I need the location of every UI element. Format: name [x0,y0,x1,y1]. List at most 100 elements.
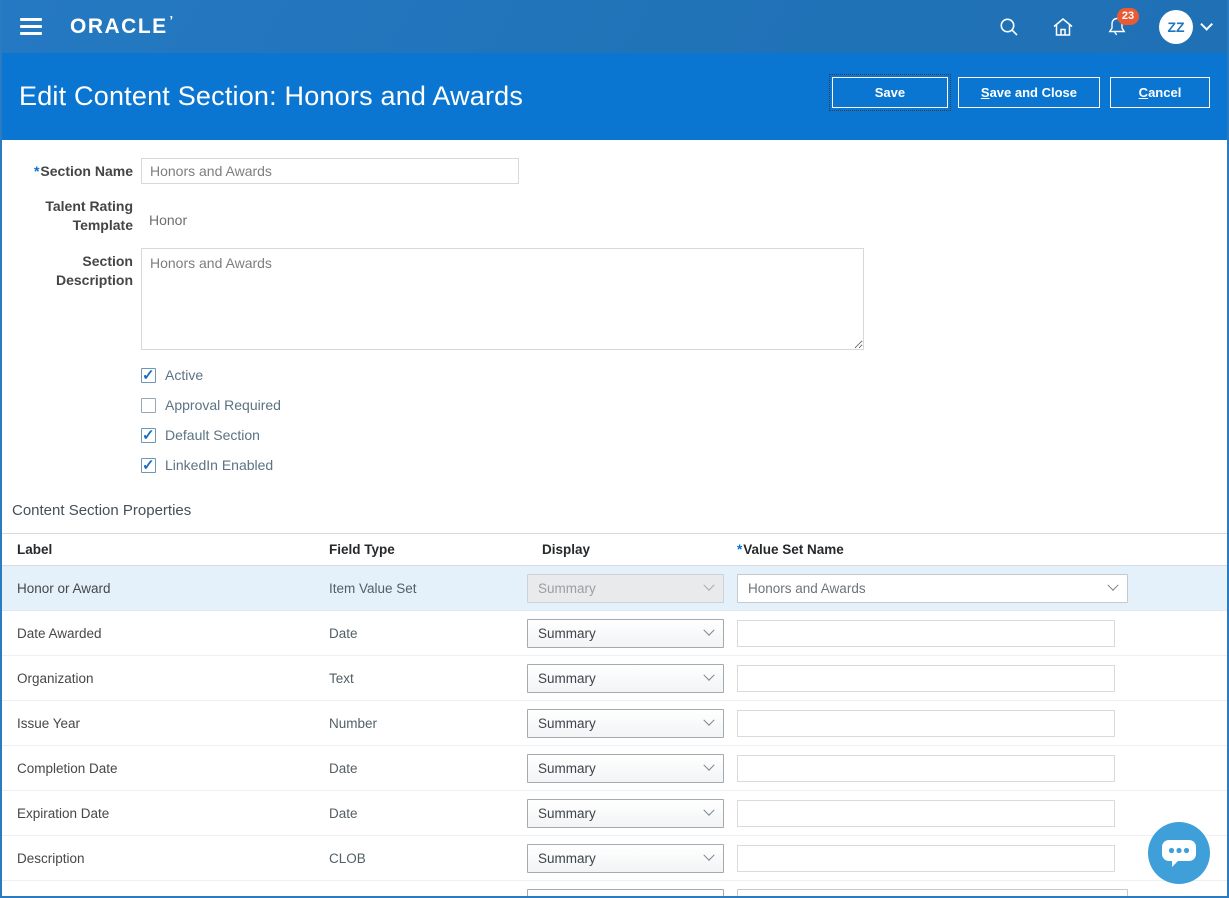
chevron-down-icon [1107,580,1118,591]
row-field-type: Date [314,806,527,821]
row-label: Organization [2,671,314,686]
value-set-name-input[interactable] [737,800,1115,827]
avatar: ZZ [1159,10,1193,44]
display-dropdown[interactable]: Summary [527,709,724,738]
user-menu[interactable]: ZZ [1159,10,1209,44]
cancel-accesskey: C [1139,85,1148,100]
topbar-actions: 23 ZZ [997,10,1209,44]
row-label: Honor or Award [2,581,314,596]
table-row[interactable]: Date Awarded Date Summary [2,611,1227,656]
column-header-display: Display [527,542,737,557]
save-and-close-accesskey: S [981,85,990,100]
section-description-label: Section Description [2,248,133,290]
display-dropdown[interactable]: Summary [527,889,724,898]
table-row[interactable]: Expiration Date Date Summary [2,791,1227,836]
column-header-value-set-name: *Value Set Name [737,542,1227,557]
talent-rating-template-row: Talent Rating Template Honor [2,193,1227,235]
chevron-down-icon [703,670,714,681]
notification-count-badge: 23 [1117,8,1139,25]
row-label: Completion Date [2,761,314,776]
save-and-close-label-rest: ave and Close [990,85,1077,100]
table-row[interactable]: Honor or Award Item Value Set Summary Ho… [2,566,1227,611]
column-header-label: Label [2,542,314,557]
approval-required-checkbox-label: Approval Required [165,397,281,413]
chevron-down-icon [703,850,714,861]
hamburger-menu-icon[interactable] [20,14,44,39]
save-button[interactable]: Save [832,77,948,108]
row-field-type: Number [314,716,527,731]
chevron-down-icon [703,805,714,816]
chevron-down-icon [1200,18,1213,31]
column-header-field-type: Field Type [314,542,527,557]
table-row[interactable]: Type of Award Lookup Summary Award Type_… [2,881,1227,898]
talent-rating-template-label: Talent Rating Template [2,193,133,235]
active-checkbox[interactable]: Active [141,367,1227,383]
section-name-input[interactable] [141,158,519,184]
default-section-checkbox[interactable]: Default Section [141,427,1227,443]
table-row[interactable]: Description CLOB Summary [2,836,1227,881]
section-description-row: Section Description Honors and Awards [2,248,1227,355]
active-checkbox-label: Active [165,367,203,383]
value-set-name-input[interactable] [737,845,1115,872]
value-set-name-input[interactable] [737,710,1115,737]
default-section-checkbox-label: Default Section [165,427,260,443]
content-section-properties-heading: Content Section Properties [12,502,1227,519]
display-dropdown[interactable]: Summary [527,799,724,828]
display-dropdown[interactable]: Summary [527,844,724,873]
chat-bubble-icon [1159,835,1199,871]
table-header-row: Label Field Type Display *Value Set Name [2,533,1227,566]
save-and-close-button[interactable]: Save and Close [958,77,1100,108]
approval-required-checkbox[interactable]: Approval Required [141,397,1227,413]
chevron-down-icon [703,715,714,726]
search-icon[interactable] [997,15,1021,39]
checkbox-icon [141,428,156,443]
checkbox-group: Active Approval Required Default Section… [141,367,1227,473]
table-row[interactable]: Completion Date Date Summary [2,746,1227,791]
display-dropdown[interactable]: Summary [527,619,724,648]
row-field-type: Item Value Set [314,581,527,596]
table-row[interactable]: Issue Year Number Summary [2,701,1227,746]
notifications-bell-icon[interactable]: 23 [1105,15,1129,39]
checkbox-icon [141,458,156,473]
chevron-down-icon [703,895,714,898]
value-set-name-input[interactable] [737,620,1115,647]
home-icon[interactable] [1051,15,1075,39]
properties-table: Label Field Type Display *Value Set Name… [2,533,1227,898]
row-field-type: Date [314,626,527,641]
value-set-name-dropdown[interactable]: Honors and Awards [737,574,1128,603]
checkbox-icon [141,398,156,413]
row-label: Description [2,851,314,866]
linkedin-enabled-checkbox-label: LinkedIn Enabled [165,457,273,473]
header-buttons: Save Save and Close Cancel [832,77,1210,108]
row-label: Expiration Date [2,806,314,821]
section-name-label: *Section Name [2,158,133,181]
linkedin-enabled-checkbox[interactable]: LinkedIn Enabled [141,457,1227,473]
chevron-down-icon [703,580,714,591]
chevron-down-icon [1107,895,1118,898]
oracle-logo[interactable]: ORACLE [70,15,168,39]
row-label: Issue Year [2,716,314,731]
checkbox-icon [141,368,156,383]
display-dropdown[interactable]: Summary [527,754,724,783]
page-header: Edit Content Section: Honors and Awards … [2,53,1227,140]
table-row[interactable]: Organization Text Summary [2,656,1227,701]
display-dropdown[interactable]: Summary [527,664,724,693]
section-name-row: *Section Name [2,158,1227,184]
value-set-name-input[interactable] [737,665,1115,692]
chat-assistant-button[interactable] [1148,822,1210,884]
required-asterisk: * [737,542,742,557]
row-label: Date Awarded [2,626,314,641]
row-field-type: Text [314,671,527,686]
display-dropdown: Summary [527,574,724,603]
chevron-down-icon [703,760,714,771]
value-set-name-input[interactable] [737,755,1115,782]
value-set-name-dropdown[interactable]: Award Type_1 [737,889,1128,898]
cancel-label-rest: ancel [1148,85,1181,100]
row-field-type: CLOB [314,851,527,866]
talent-rating-template-value: Honor [141,200,1227,228]
section-description-textarea[interactable]: Honors and Awards [141,248,864,350]
chevron-down-icon [703,625,714,636]
cancel-button[interactable]: Cancel [1110,77,1210,108]
row-field-type: Date [314,761,527,776]
required-asterisk: * [34,163,39,179]
